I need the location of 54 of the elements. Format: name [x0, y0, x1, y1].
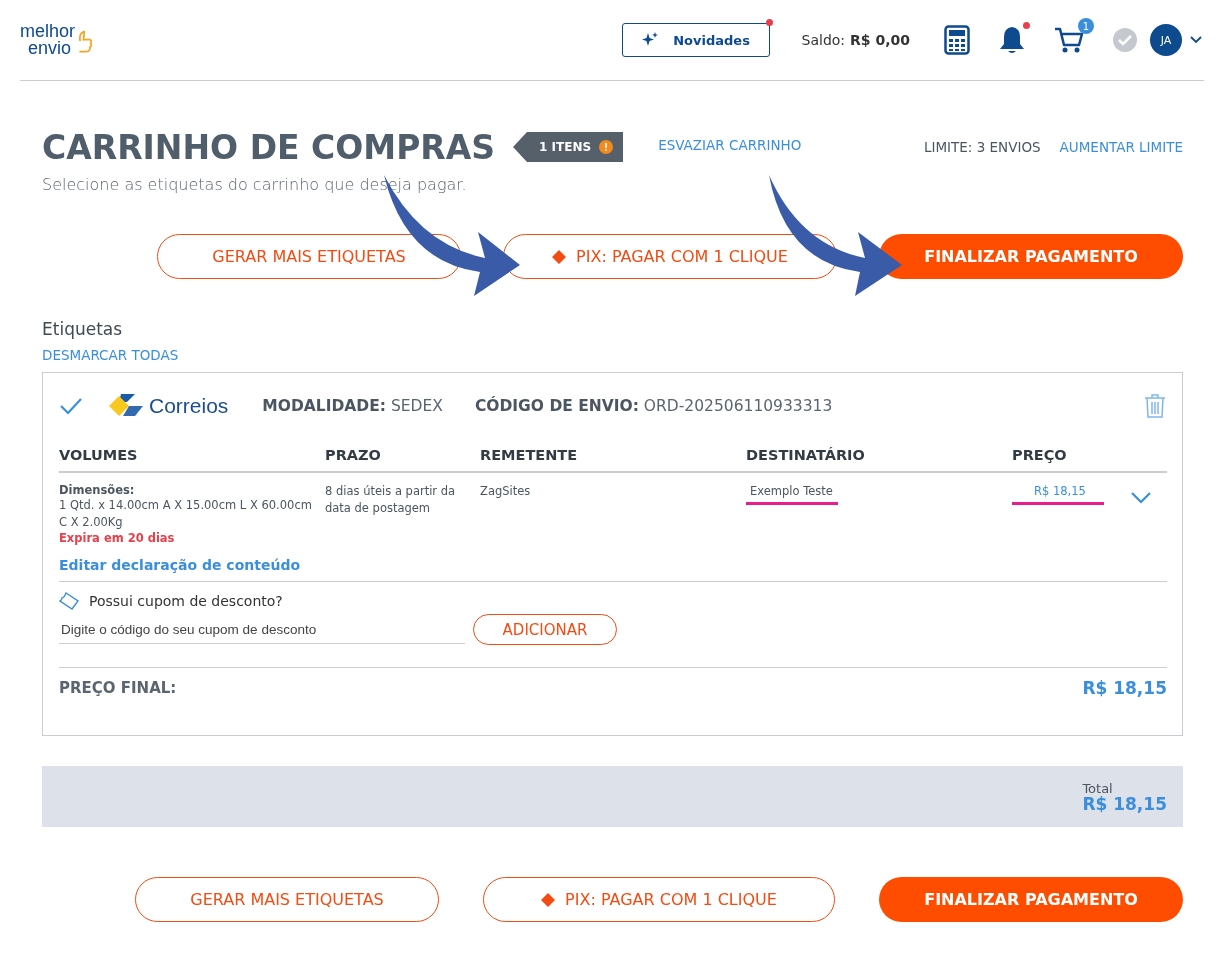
logo-text: envio: [27, 40, 73, 57]
balance-value: R$ 0,00: [850, 32, 910, 48]
empty-cart-link[interactable]: ESVAZIAR CARRINHO: [658, 137, 802, 153]
checkout-button[interactable]: FINALIZAR PAGAMENTO: [879, 877, 1183, 922]
shipping-code-text: CÓDIGO DE ENVIO: ORD-202506110933313: [474, 397, 833, 415]
column-header: PRAZO: [325, 447, 382, 463]
verified-badge-icon: [1112, 27, 1138, 53]
column-header: REMETENTE: [480, 447, 579, 463]
dimensions-text: 1 Qtd. x 14.00cm A X 15.00cm L X 60.00cm C X 2.00Kg: [59, 497, 313, 531]
chevron-down-icon[interactable]: [1190, 36, 1202, 44]
generate-labels-button[interactable]: GERAR MAIS ETIQUETAS: [135, 877, 439, 922]
page-title: CARRINHO DE COMPRAS: [42, 127, 496, 167]
deadline-text: 8 dias úteis a partir da data de postagem: [325, 483, 457, 517]
carrier-name: Correios: [149, 394, 229, 418]
bell-icon[interactable]: [998, 25, 1026, 55]
dimensions-label: Dimensões:: [59, 483, 135, 497]
unselect-all-link[interactable]: DESMARCAR TODAS: [42, 347, 179, 363]
thumb-icon: [77, 29, 94, 55]
section-title: Etiquetas: [42, 319, 124, 339]
pix-icon: [541, 892, 556, 907]
pix-pay-button[interactable]: PIX: PAGAR COM 1 CLIQUE: [503, 234, 837, 279]
coupon-question: Possui cupom de desconto?: [89, 593, 283, 609]
total-value: R$ 18,15: [1082, 796, 1167, 813]
recipient-text: Exemplo Teste: [749, 483, 834, 500]
final-price-label: PREÇO FINAL:: [59, 679, 177, 697]
alert-icon: [599, 140, 614, 154]
calculator-icon[interactable]: [944, 25, 970, 55]
column-header: PREÇO: [1012, 447, 1068, 463]
notification-dot: [1023, 22, 1030, 29]
final-price-value: R$ 18,15: [1082, 678, 1167, 698]
add-coupon-button[interactable]: ADICIONAR: [473, 614, 617, 645]
pix-pay-button[interactable]: PIX: PAGAR COM 1 CLIQUE: [483, 877, 835, 922]
service-text: MODALIDADE: SEDEX: [262, 397, 443, 415]
logo[interactable]: melhor envio: [20, 23, 94, 57]
ticket-icon: [59, 592, 79, 610]
limit-text: LIMITE: 3 ENVIOS: [923, 139, 1041, 155]
raise-limit-link[interactable]: AUMENTAR LIMITE: [1059, 139, 1183, 155]
column-header: VOLUMES: [59, 447, 139, 463]
edit-declaration-link[interactable]: Editar declaração de conteúdo: [59, 557, 1167, 582]
price-text: R$ 18,15: [1033, 483, 1087, 500]
user-avatar[interactable]: JA: [1150, 24, 1182, 56]
balance-label: Saldo:: [801, 32, 846, 48]
sender-text: ZagSites: [480, 483, 532, 500]
generate-labels-button[interactable]: GERAR MAIS ETIQUETAS: [157, 234, 461, 279]
logo-text: melhor: [20, 23, 76, 40]
notification-dot: [765, 19, 773, 26]
checkbox[interactable]: [59, 396, 83, 416]
checkout-button[interactable]: FINALIZAR PAGAMENTO: [879, 234, 1183, 279]
cart-count-badge: 1: [1078, 18, 1094, 34]
expiry-text: Expira em 20 dias: [59, 531, 175, 545]
pix-icon: [552, 249, 567, 264]
total-label: Total: [1082, 781, 1114, 796]
cart-icon[interactable]: [1054, 26, 1084, 54]
column-header: DESTINATÁRIO: [746, 447, 866, 463]
